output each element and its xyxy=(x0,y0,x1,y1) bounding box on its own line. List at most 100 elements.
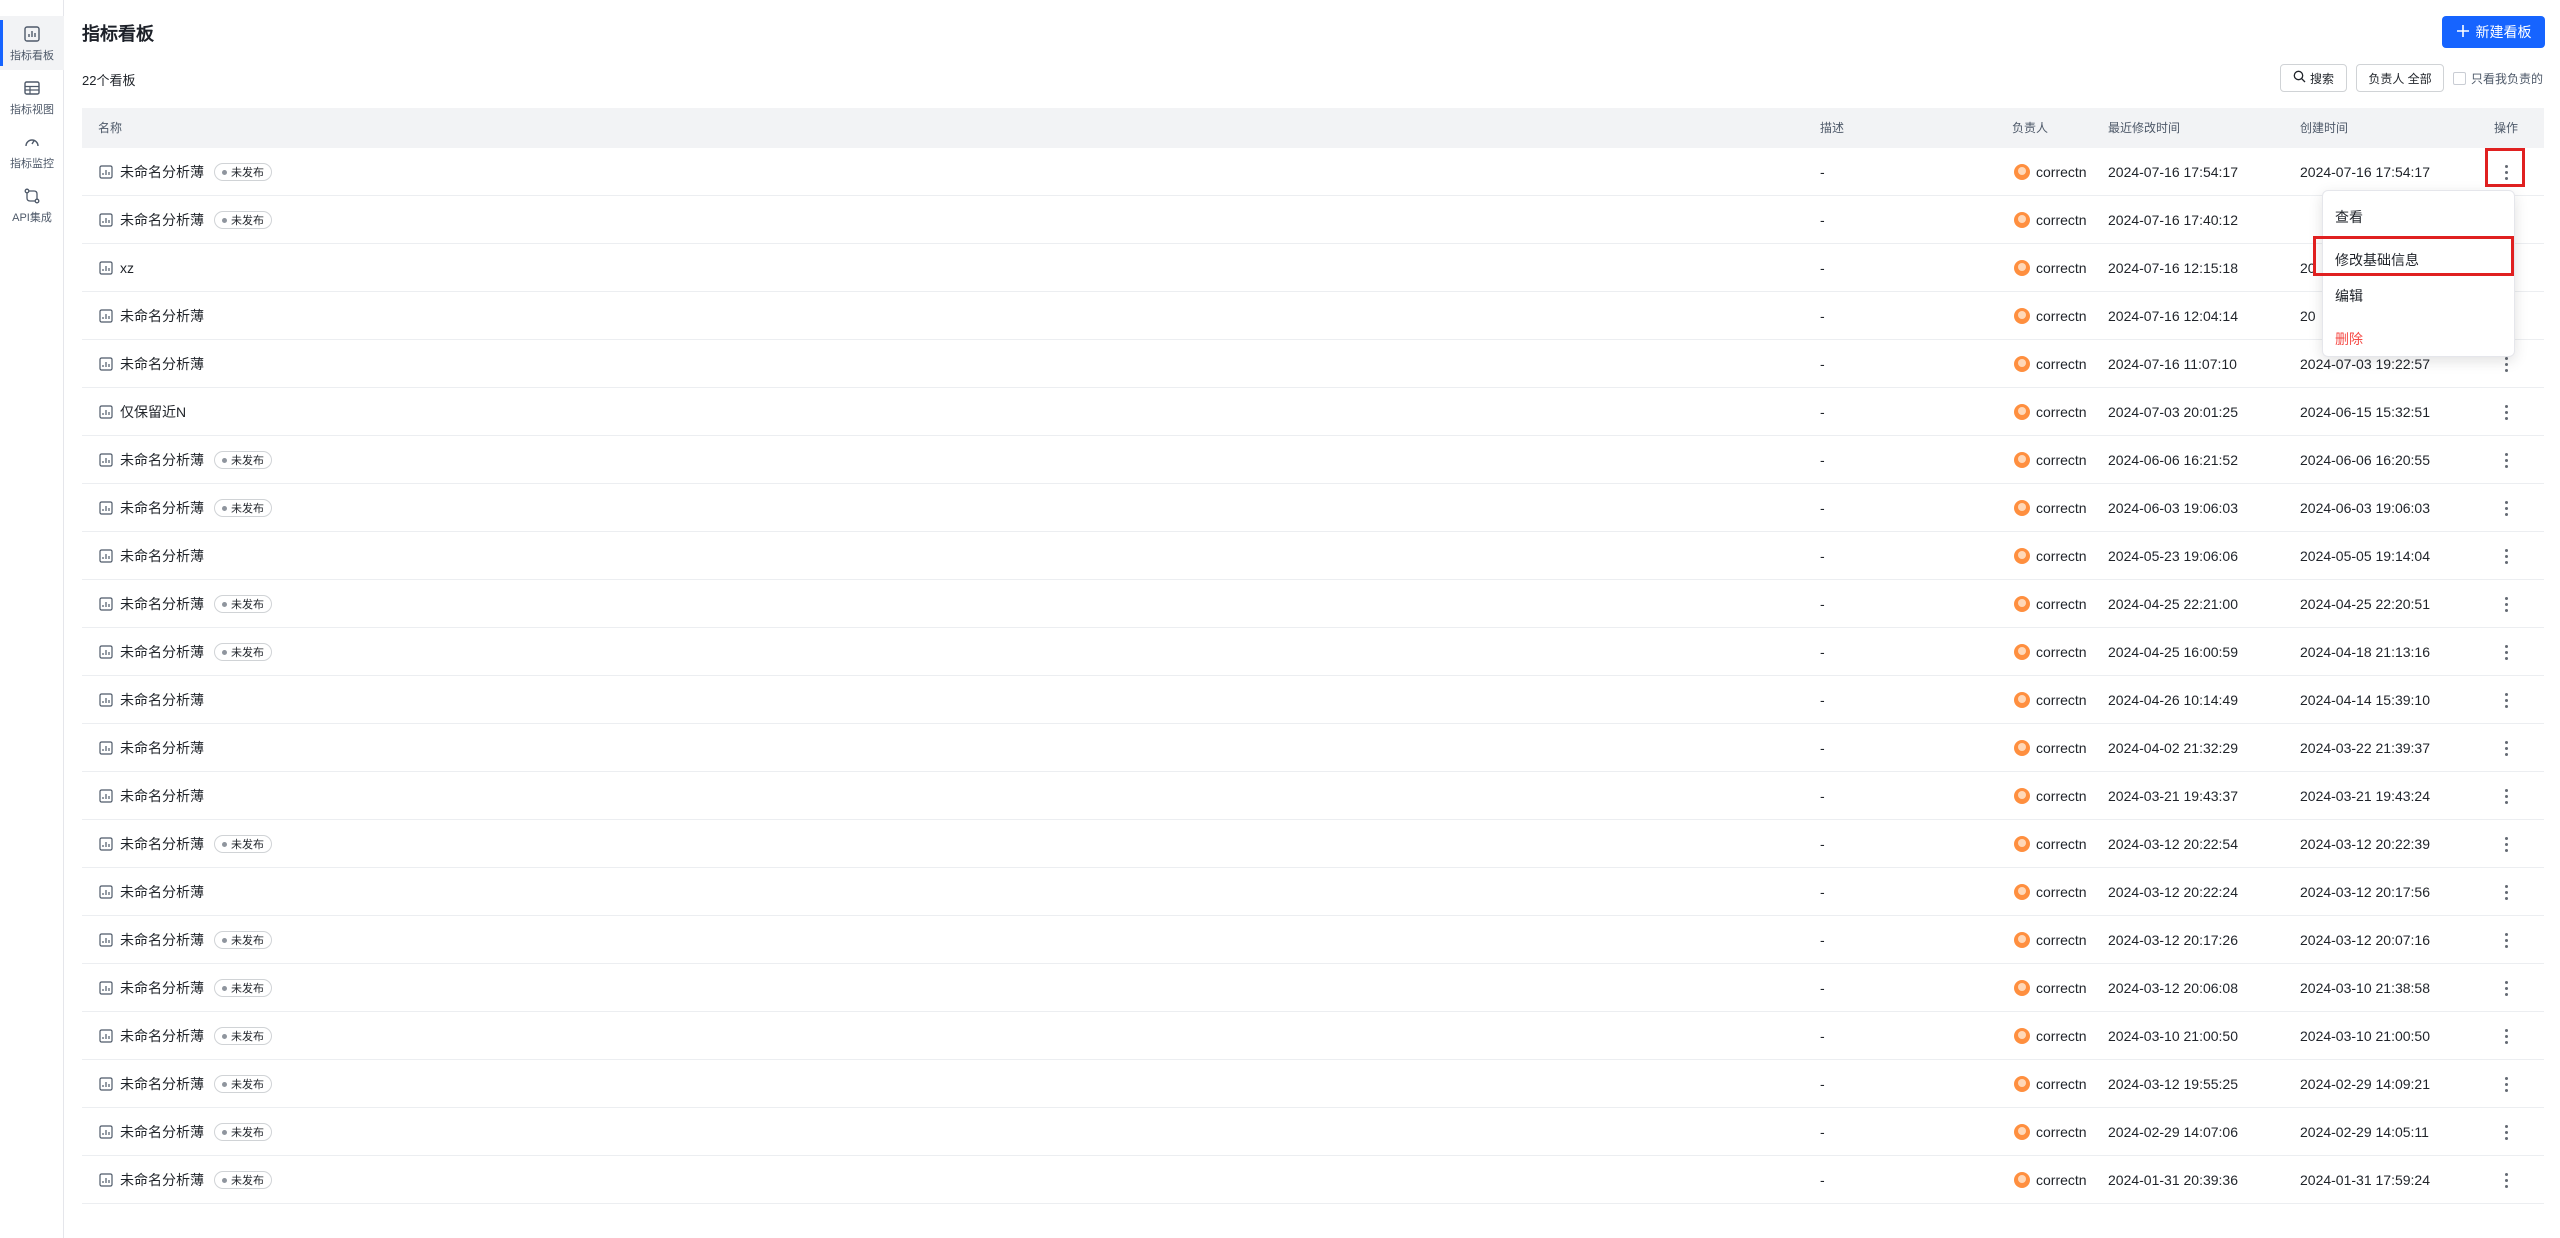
row-name[interactable]: 未命名分析薄 xyxy=(120,642,204,662)
table-row[interactable]: 未命名分析薄 - correctn 2024-03-12 20:22:24 2024-0… xyxy=(82,868,2544,916)
table-row[interactable]: 未命名分析薄 未发布 - correctn 2024-03-12 20:22:54 202… xyxy=(82,820,2544,868)
menu-item-edit[interactable]: 编辑 xyxy=(2323,278,2516,314)
row-more-button[interactable] xyxy=(2494,916,2518,964)
row-name[interactable]: 未命名分析薄 xyxy=(120,1170,204,1190)
table-row[interactable]: 未命名分析薄 - correctn 2024-03-21 19:43:37 2024-0… xyxy=(82,772,2544,820)
row-more-button[interactable] xyxy=(2494,676,2518,724)
menu-item-view[interactable]: 查看 xyxy=(2323,199,2516,235)
table-row[interactable]: 未命名分析薄 未发布 - correctn 2024-03-10 21:00:50 202… xyxy=(82,1012,2544,1060)
row-name-cell[interactable]: 未命名分析薄 未发布 xyxy=(98,820,272,868)
row-name-cell[interactable]: 未命名分析薄 xyxy=(98,676,204,724)
row-more-button[interactable] xyxy=(2494,868,2518,916)
row-more-button[interactable] xyxy=(2494,724,2518,772)
table-row[interactable]: 未命名分析薄 未发布 - correctn 2024-03-12 20:06:08 202… xyxy=(82,964,2544,1012)
row-name-cell[interactable]: 未命名分析薄 未发布 xyxy=(98,964,272,1012)
row-more-button[interactable] xyxy=(2494,772,2518,820)
table-row[interactable]: 未命名分析薄 未发布 - correctn 2024-02-29 14:07:06 202… xyxy=(82,1108,2544,1156)
row-name-cell[interactable]: 未命名分析薄 xyxy=(98,340,204,388)
row-name-cell[interactable]: xz xyxy=(98,244,134,292)
row-name[interactable]: 未命名分析薄 xyxy=(120,306,204,326)
row-name[interactable]: 未命名分析薄 xyxy=(120,690,204,710)
row-name-cell[interactable]: 未命名分析薄 未发布 xyxy=(98,580,272,628)
table-row[interactable]: 未命名分析薄 未发布 - correctn 2024-03-12 19:55:25 202… xyxy=(82,1060,2544,1108)
sidebar-item-dashboard[interactable]: 指标看板 xyxy=(0,16,64,70)
row-name[interactable]: 未命名分析薄 xyxy=(120,1026,204,1046)
row-more-button[interactable] xyxy=(2494,484,2518,532)
row-name[interactable]: 未命名分析薄 xyxy=(120,1074,204,1094)
table-row[interactable]: 未命名分析薄 - correctn 2024-07-16 12:04:14 20 xyxy=(82,292,2544,340)
row-more-button[interactable] xyxy=(2494,1108,2518,1156)
row-name[interactable]: 未命名分析薄 xyxy=(120,738,204,758)
table-row[interactable]: 未命名分析薄 未发布 - correctn 2024-06-03 19:06:03 202… xyxy=(82,484,2544,532)
row-name[interactable]: 未命名分析薄 xyxy=(120,978,204,998)
row-name[interactable]: 未命名分析薄 xyxy=(120,546,204,566)
row-name-cell[interactable]: 未命名分析薄 未发布 xyxy=(98,148,272,196)
more-vertical-icon xyxy=(2496,1072,2516,1096)
owner-filter-select[interactable]: 负责人 全部 xyxy=(2356,64,2444,92)
row-desc: - xyxy=(1820,692,1825,708)
table-row[interactable]: 未命名分析薄 - correctn 2024-07-16 11:07:10 2024-0… xyxy=(82,340,2544,388)
row-name-cell[interactable]: 未命名分析薄 未发布 xyxy=(98,916,272,964)
row-name-cell[interactable]: 未命名分析薄 未发布 xyxy=(98,628,272,676)
table-row[interactable]: 未命名分析薄 未发布 - correctn 2024-07-16 17:40:12 xyxy=(82,196,2544,244)
sidebar-item-view[interactable]: 指标视图 xyxy=(0,70,64,124)
table-row[interactable]: 未命名分析薄 - correctn 2024-05-23 19:06:06 2024-0… xyxy=(82,532,2544,580)
row-more-button[interactable] xyxy=(2494,628,2518,676)
table-row[interactable]: 未命名分析薄 未发布 - correctn 2024-04-25 22:21:00 202… xyxy=(82,580,2544,628)
new-dashboard-button[interactable]: 新建看板 xyxy=(2442,16,2545,48)
table-row[interactable]: 未命名分析薄 未发布 - correctn 2024-01-31 20:39:36 202… xyxy=(82,1156,2544,1204)
row-name-cell[interactable]: 未命名分析薄 xyxy=(98,772,204,820)
row-name[interactable]: 未命名分析薄 xyxy=(120,162,204,182)
table-row[interactable]: 未命名分析薄 未发布 - correctn 2024-03-12 20:17:26 202… xyxy=(82,916,2544,964)
row-name[interactable]: 未命名分析薄 xyxy=(120,786,204,806)
menu-item-delete[interactable]: 删除 xyxy=(2323,321,2516,357)
row-name-cell[interactable]: 未命名分析薄 未发布 xyxy=(98,196,272,244)
row-name-cell[interactable]: 未命名分析薄 xyxy=(98,724,204,772)
row-name-cell[interactable]: 未命名分析薄 xyxy=(98,868,204,916)
row-more-button[interactable] xyxy=(2494,580,2518,628)
row-name-cell[interactable]: 未命名分析薄 xyxy=(98,532,204,580)
row-name[interactable]: 未命名分析薄 xyxy=(120,450,204,470)
row-name-cell[interactable]: 仅保留近N xyxy=(98,388,186,436)
row-more-button[interactable] xyxy=(2494,1156,2518,1204)
row-name[interactable]: 仅保留近N xyxy=(120,402,186,422)
row-owner-cell: correctn xyxy=(2014,244,2098,292)
row-more-button[interactable] xyxy=(2494,1012,2518,1060)
row-name[interactable]: 未命名分析薄 xyxy=(120,882,204,902)
more-vertical-icon xyxy=(2496,1024,2516,1048)
row-name[interactable]: 未命名分析薄 xyxy=(120,1122,204,1142)
row-more-button[interactable] xyxy=(2494,964,2518,1012)
only-mine-checkbox[interactable]: 只看我负责的 xyxy=(2453,70,2543,87)
table-row[interactable]: 仅保留近N - correctn 2024-07-03 20:01:25 2024-06… xyxy=(82,388,2544,436)
table-row[interactable]: 未命名分析薄 - correctn 2024-04-26 10:14:49 2024-0… xyxy=(82,676,2544,724)
row-name[interactable]: 未命名分析薄 xyxy=(120,834,204,854)
table-row[interactable]: 未命名分析薄 未发布 - correctn 2024-06-06 16:21:52 202… xyxy=(82,436,2544,484)
table-row[interactable]: 未命名分析薄 未发布 - correctn 2024-07-16 17:54:17 202… xyxy=(82,148,2544,196)
row-name-cell[interactable]: 未命名分析薄 未发布 xyxy=(98,1012,272,1060)
row-more-button[interactable] xyxy=(2494,436,2518,484)
row-name[interactable]: 未命名分析薄 xyxy=(120,498,204,518)
search-button[interactable]: 搜索 xyxy=(2280,64,2347,92)
row-more-button[interactable] xyxy=(2494,1060,2518,1108)
row-name-cell[interactable]: 未命名分析薄 未发布 xyxy=(98,484,272,532)
row-name-cell[interactable]: 未命名分析薄 未发布 xyxy=(98,1156,272,1204)
checkbox-box[interactable] xyxy=(2453,72,2466,85)
row-name-cell[interactable]: 未命名分析薄 xyxy=(98,292,204,340)
row-name[interactable]: 未命名分析薄 xyxy=(120,354,204,374)
row-more-button[interactable] xyxy=(2494,388,2518,436)
row-name-cell[interactable]: 未命名分析薄 未发布 xyxy=(98,436,272,484)
status-dot-icon xyxy=(222,217,227,223)
row-name[interactable]: xz xyxy=(120,260,134,276)
table-row[interactable]: xz - correctn 2024-07-16 12:15:18 20 xyxy=(82,244,2544,292)
row-name[interactable]: 未命名分析薄 xyxy=(120,930,204,950)
row-name-cell[interactable]: 未命名分析薄 未发布 xyxy=(98,1060,272,1108)
row-more-button[interactable] xyxy=(2494,532,2518,580)
sidebar-item-monitor[interactable]: 指标监控 xyxy=(0,124,64,178)
sidebar-item-api[interactable]: API集成 xyxy=(0,178,64,232)
row-name[interactable]: 未命名分析薄 xyxy=(120,210,204,230)
row-more-button[interactable] xyxy=(2494,820,2518,868)
row-name[interactable]: 未命名分析薄 xyxy=(120,594,204,614)
table-row[interactable]: 未命名分析薄 未发布 - correctn 2024-04-25 16:00:59 202… xyxy=(82,628,2544,676)
table-row[interactable]: 未命名分析薄 - correctn 2024-04-02 21:32:29 2024-0… xyxy=(82,724,2544,772)
row-name-cell[interactable]: 未命名分析薄 未发布 xyxy=(98,1108,272,1156)
